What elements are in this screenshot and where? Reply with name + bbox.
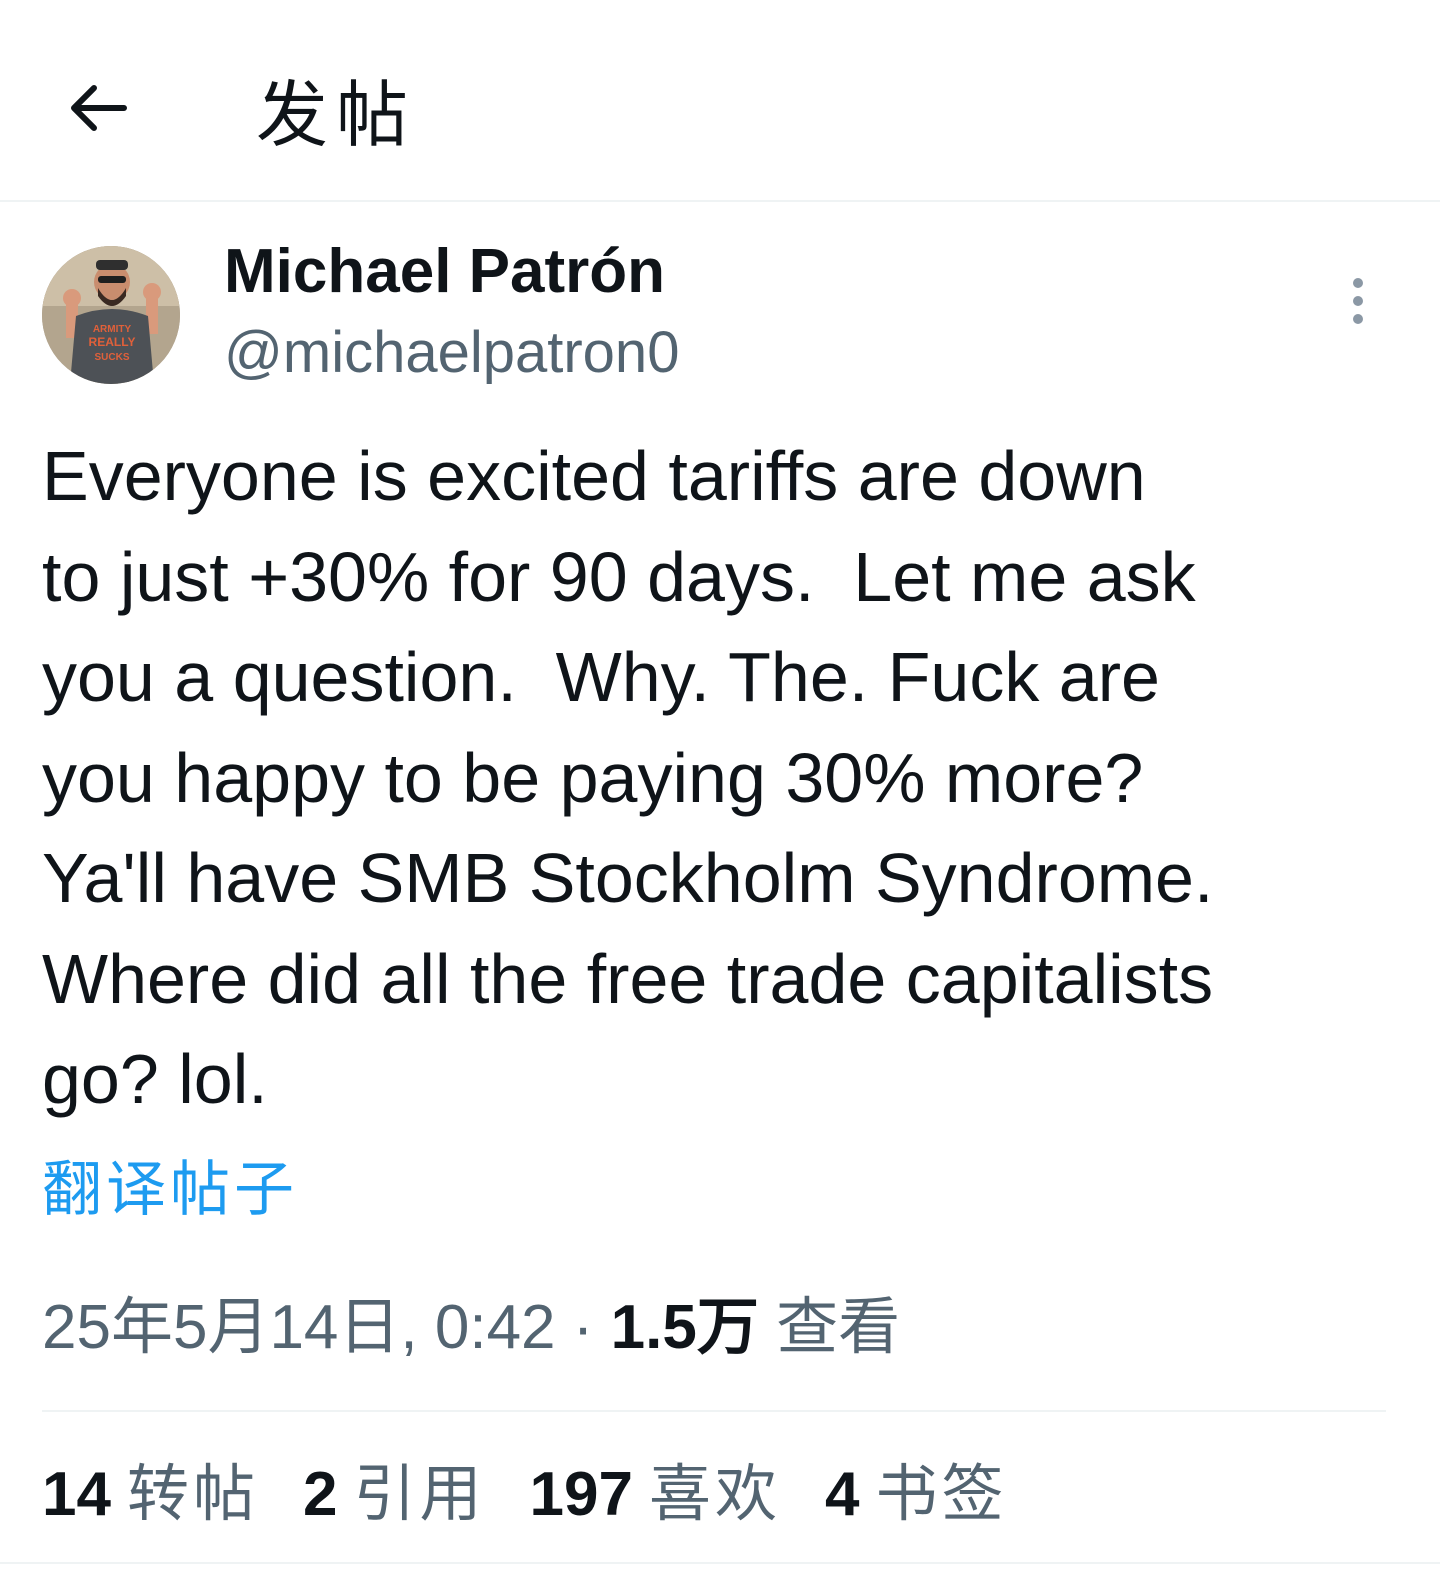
likes-stat[interactable]: 197 喜欢 <box>529 1456 780 1533</box>
likes-count: 197 <box>529 1459 633 1529</box>
tweet-meta: 25年5月14日, 0:42 · 1.5万 查看 <box>42 1290 900 1366</box>
quotes-stat[interactable]: 2 引用 <box>303 1456 486 1533</box>
avatar-shirt-line-2: REALLY <box>89 335 136 349</box>
views-label: 查看 <box>758 1293 901 1362</box>
likes-label: 喜欢 <box>648 1456 781 1530</box>
bookmarks-stat[interactable]: 4 书签 <box>825 1456 1008 1533</box>
avatar[interactable]: ARMITY REALLY SUCKS <box>42 246 180 384</box>
reposts-stat[interactable]: 14 转帖 <box>42 1456 259 1533</box>
avatar-photo: ARMITY REALLY SUCKS <box>42 246 180 384</box>
engagement-stats: 14 转帖 2 引用 197 喜欢 4 书签 <box>42 1456 1051 1532</box>
reposts-count: 14 <box>42 1459 111 1529</box>
quotes-label: 引用 <box>353 1456 486 1530</box>
bookmarks-count: 4 <box>824 1459 860 1529</box>
back-button[interactable] <box>56 66 140 150</box>
author-handle[interactable]: @michaelpatron0 <box>224 318 679 388</box>
divider <box>0 1562 1440 1564</box>
more-vertical-icon <box>1353 278 1363 324</box>
tweet-text: Everyone is excited tariffs are down to … <box>42 437 1214 1118</box>
avatar-shirt-line-1: ARMITY <box>93 324 132 335</box>
top-bar: 发帖 <box>0 0 1440 202</box>
translate-post-link[interactable]: 翻译帖子 <box>42 1152 298 1228</box>
avatar-shirt-line-3: SUCKS <box>94 352 129 363</box>
author-name[interactable]: Michael Patrón <box>224 236 665 308</box>
quotes-count: 2 <box>302 1459 338 1529</box>
divider <box>42 1410 1386 1412</box>
more-options-button[interactable] <box>1336 272 1380 330</box>
page-title: 发帖 <box>256 73 417 157</box>
views-count: 1.5万 <box>610 1293 759 1362</box>
timestamp[interactable]: 25年5月14日, 0:42 <box>42 1293 556 1362</box>
reposts-label: 转帖 <box>126 1456 259 1530</box>
arrow-left-icon <box>71 85 127 131</box>
bookmarks-label: 书签 <box>875 1456 1008 1530</box>
meta-separator: · <box>555 1293 611 1362</box>
